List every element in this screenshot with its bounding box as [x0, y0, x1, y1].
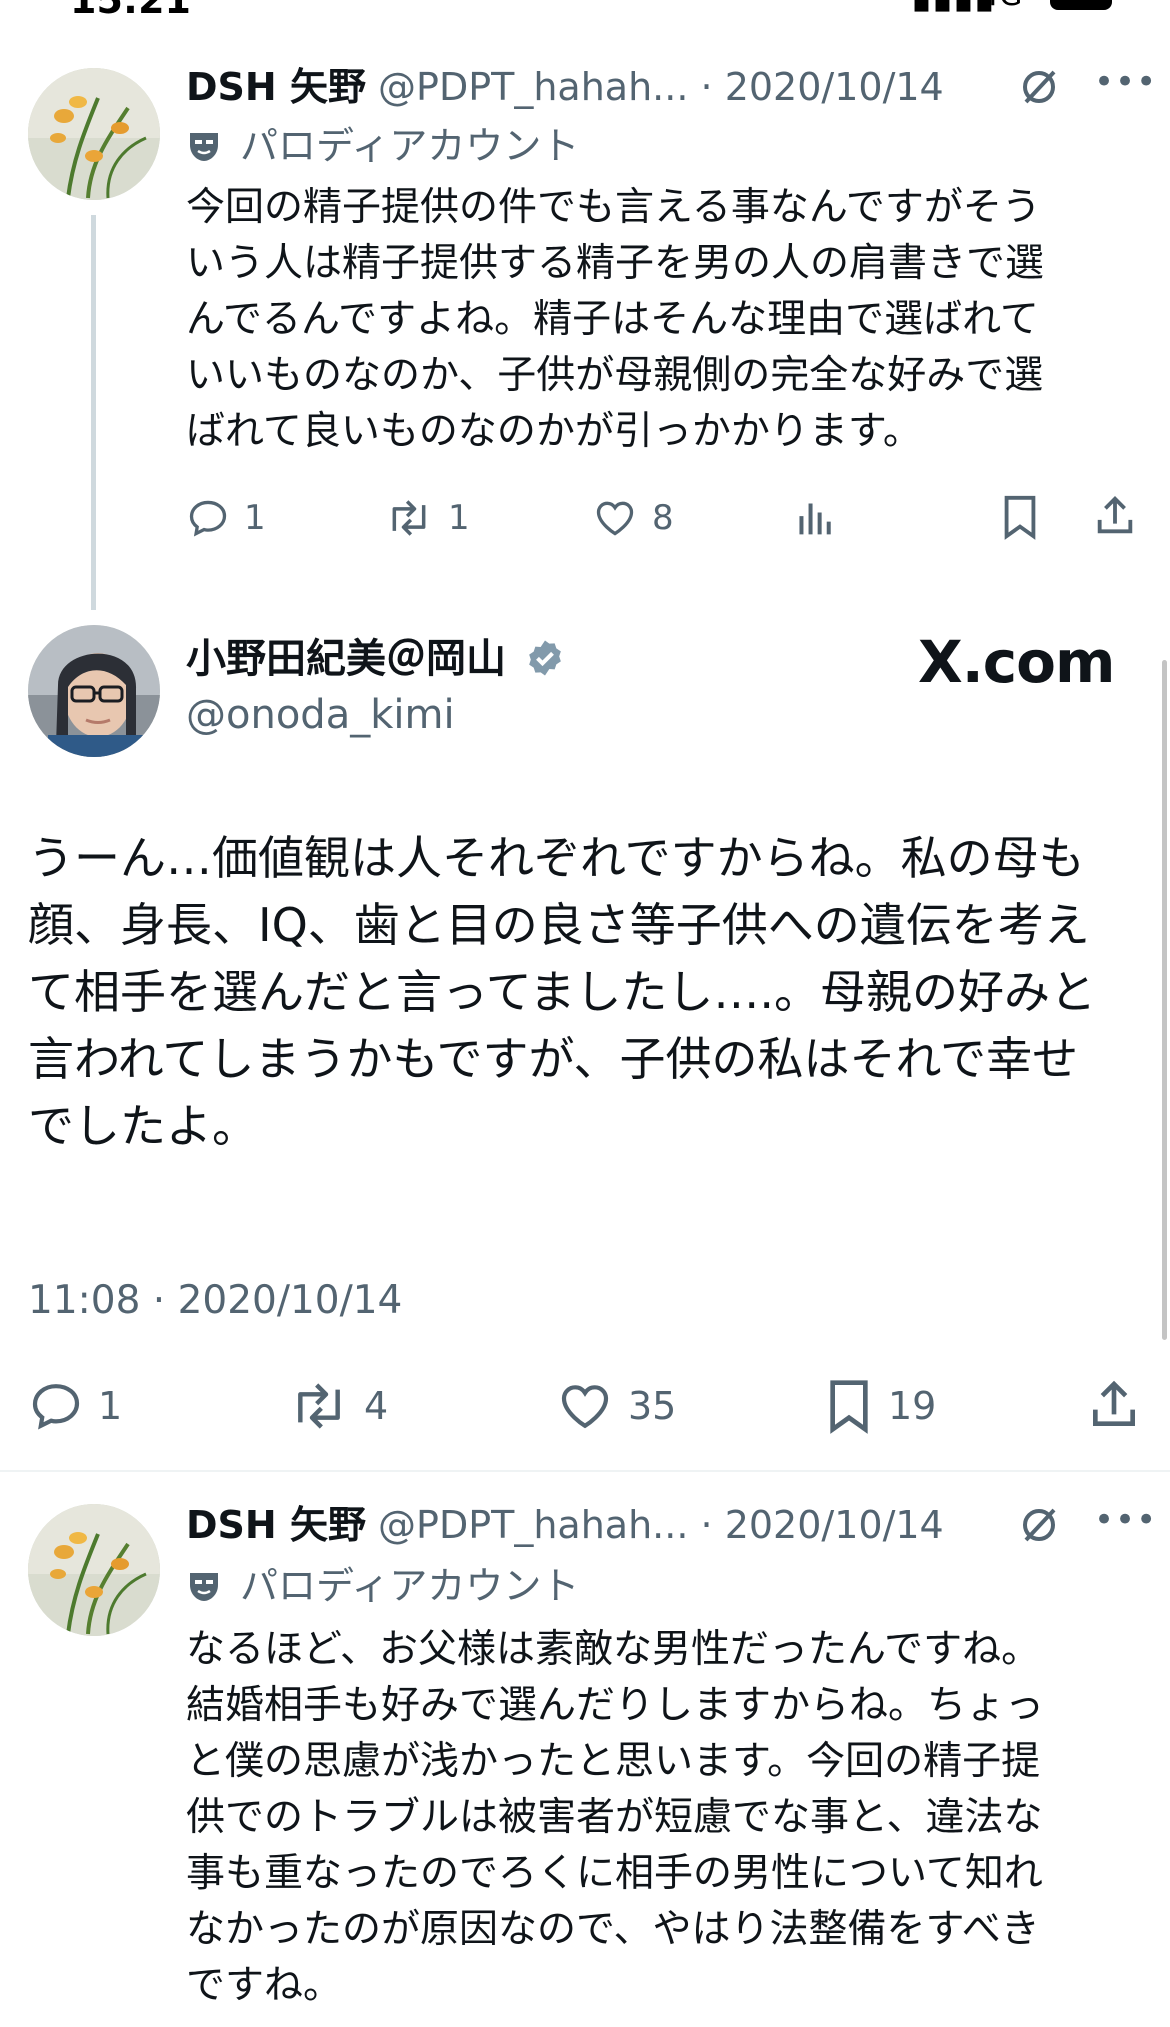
parody-label-text: パロディアカウント	[240, 1564, 580, 1608]
bookmark-button[interactable]: 19	[824, 1378, 936, 1434]
scrollbar[interactable]	[1162, 660, 1167, 1340]
battery-icon	[1050, 0, 1112, 10]
reply-icon	[189, 500, 227, 537]
reply-button[interactable]: 1	[28, 1378, 122, 1434]
author-handle[interactable]: @onoda_kimi	[186, 692, 455, 738]
reply-icon	[32, 1384, 80, 1430]
reply-count: 1	[244, 498, 266, 538]
reply-1-text: 今回の精子提供の件でも言える事なんですがそう いう人は精子提供する精子を男の人の…	[186, 180, 1146, 460]
main-tweet-text: うーん…価値観は人それぞれですからね。私の母も 顔、身長、IQ、歯と目の良さ等子…	[28, 825, 1148, 1160]
share-icon	[1097, 496, 1133, 534]
main-timestamp[interactable]: 11:08 · 2020/10/14	[28, 1278, 402, 1323]
like-icon	[561, 1385, 609, 1429]
author-name[interactable]: DSH 矢野	[186, 1503, 366, 1547]
header-separator: ·	[700, 1503, 713, 1547]
repost-count: 1	[448, 498, 470, 538]
text-line: と僕の思慮が浅かったと思います。今回の精子提	[186, 1739, 1041, 1784]
parody-label: パロディアカウント	[186, 122, 579, 170]
author-name[interactable]: 小野田紀美＠岡山	[186, 636, 506, 682]
repost-icon	[392, 500, 426, 536]
share-button[interactable]	[1092, 492, 1138, 540]
parody-label: パロディアカウント	[186, 1562, 579, 1610]
text-line: 結婚相手も好みで選んだりしますからね。ちょっ	[186, 1683, 1045, 1728]
repost-button[interactable]: 1	[384, 496, 470, 540]
avatar[interactable]	[28, 625, 160, 757]
share-icon	[1093, 1380, 1135, 1426]
header-separator: ·	[700, 65, 713, 109]
reply-2-header: DSH 矢野 @PDPT_hahah... · 2020/10/14	[186, 1500, 944, 1550]
bookmark-icon	[830, 1380, 868, 1434]
like-count: 35	[628, 1384, 677, 1428]
grok-icon[interactable]	[1018, 66, 1060, 112]
parody-label-text: パロディアカウント	[240, 124, 580, 168]
bookmark-count: 19	[888, 1384, 937, 1428]
avatar[interactable]	[28, 1504, 160, 1636]
bookmark-button[interactable]	[1000, 494, 1040, 540]
like-button[interactable]: 35	[556, 1378, 676, 1434]
more-icon[interactable]: •••	[1094, 62, 1157, 102]
parody-mask-icon	[190, 133, 218, 161]
text-line: なるほど、お父様は素敵な男性だったんですね。	[186, 1627, 1041, 1672]
repost-button[interactable]: 4	[288, 1378, 388, 1434]
post-date[interactable]: 2020/10/14	[725, 1503, 944, 1547]
author-name[interactable]: DSH 矢野	[186, 65, 366, 109]
repost-count: 4	[364, 1384, 389, 1428]
text-line: うーん…価値観は人それぞれですからね。私の母も	[28, 831, 1085, 885]
text-line: て相手を選んだと言ってましたし….。母親の好みと	[28, 965, 1097, 1019]
reply-button[interactable]: 1	[186, 496, 266, 540]
reply-2-text: なるほど、お父様は素敵な男性だったんですね。 結婚相手も好みで選んだりしますから…	[186, 1622, 1146, 2014]
grok-icon[interactable]	[1018, 1504, 1060, 1550]
parody-mask-icon	[190, 1573, 218, 1601]
text-line: いう人は精子提供する精子を男の人の肩書きで選	[186, 241, 1045, 286]
status-time: 15:21	[70, 0, 191, 14]
share-button[interactable]	[1086, 1376, 1142, 1434]
repost-icon	[298, 1383, 340, 1429]
text-line: なかったのが原因なので、やはり法整備をすべき	[186, 1907, 1040, 1952]
thread-connector-line	[91, 215, 96, 610]
text-line: いいものなのか、子供が母親側の完全な好みで選	[186, 353, 1044, 398]
bookmark-icon	[1004, 495, 1036, 540]
like-count: 8	[652, 498, 674, 538]
text-line: 事も重なったのでろくに相手の男性について知れ	[186, 1851, 1043, 1896]
author-handle[interactable]: @PDPT_hahah...	[378, 65, 688, 109]
x-com-watermark: X.com	[918, 628, 1115, 696]
main-author-name-row: 小野田紀美＠岡山	[186, 634, 565, 684]
verified-icon	[528, 640, 561, 676]
author-handle[interactable]: @PDPT_hahah...	[378, 1503, 688, 1547]
like-icon	[596, 501, 634, 536]
status-bar: 15:21 ▪▪▪▪ 4G	[0, 0, 1170, 14]
text-line: 言われてしまうかもですが、子供の私はそれで幸せ	[28, 1032, 1079, 1086]
network-label: 4G	[980, 0, 1022, 13]
more-icon[interactable]: •••	[1094, 1500, 1157, 1540]
text-line: 顔、身長、IQ、歯と目の良さ等子供への遺伝を考え	[28, 898, 1090, 952]
views-button[interactable]	[796, 496, 836, 540]
text-line: ばれて良いものなのかが引っかかります。	[186, 409, 922, 454]
avatar[interactable]	[28, 68, 160, 200]
text-line: 供でのトラブルは被害者が短慮でな事と、違法な	[186, 1795, 1043, 1840]
reply-1-header: DSH 矢野 @PDPT_hahah... · 2020/10/14	[186, 62, 944, 112]
main-handle-row: @onoda_kimi	[186, 690, 455, 740]
divider	[0, 1470, 1170, 1472]
text-line: んでるんですよね。精子はそんな理由で選ばれて	[186, 297, 1039, 342]
like-button[interactable]: 8	[592, 496, 674, 540]
reply-count: 1	[98, 1384, 123, 1428]
views-icon	[799, 503, 831, 535]
text-line: ですね。	[186, 1963, 343, 2008]
post-date[interactable]: 2020/10/14	[725, 65, 944, 109]
text-line: でしたよ。	[28, 1099, 258, 1153]
text-line: 今回の精子提供の件でも言える事なんですがそう	[186, 185, 1041, 230]
